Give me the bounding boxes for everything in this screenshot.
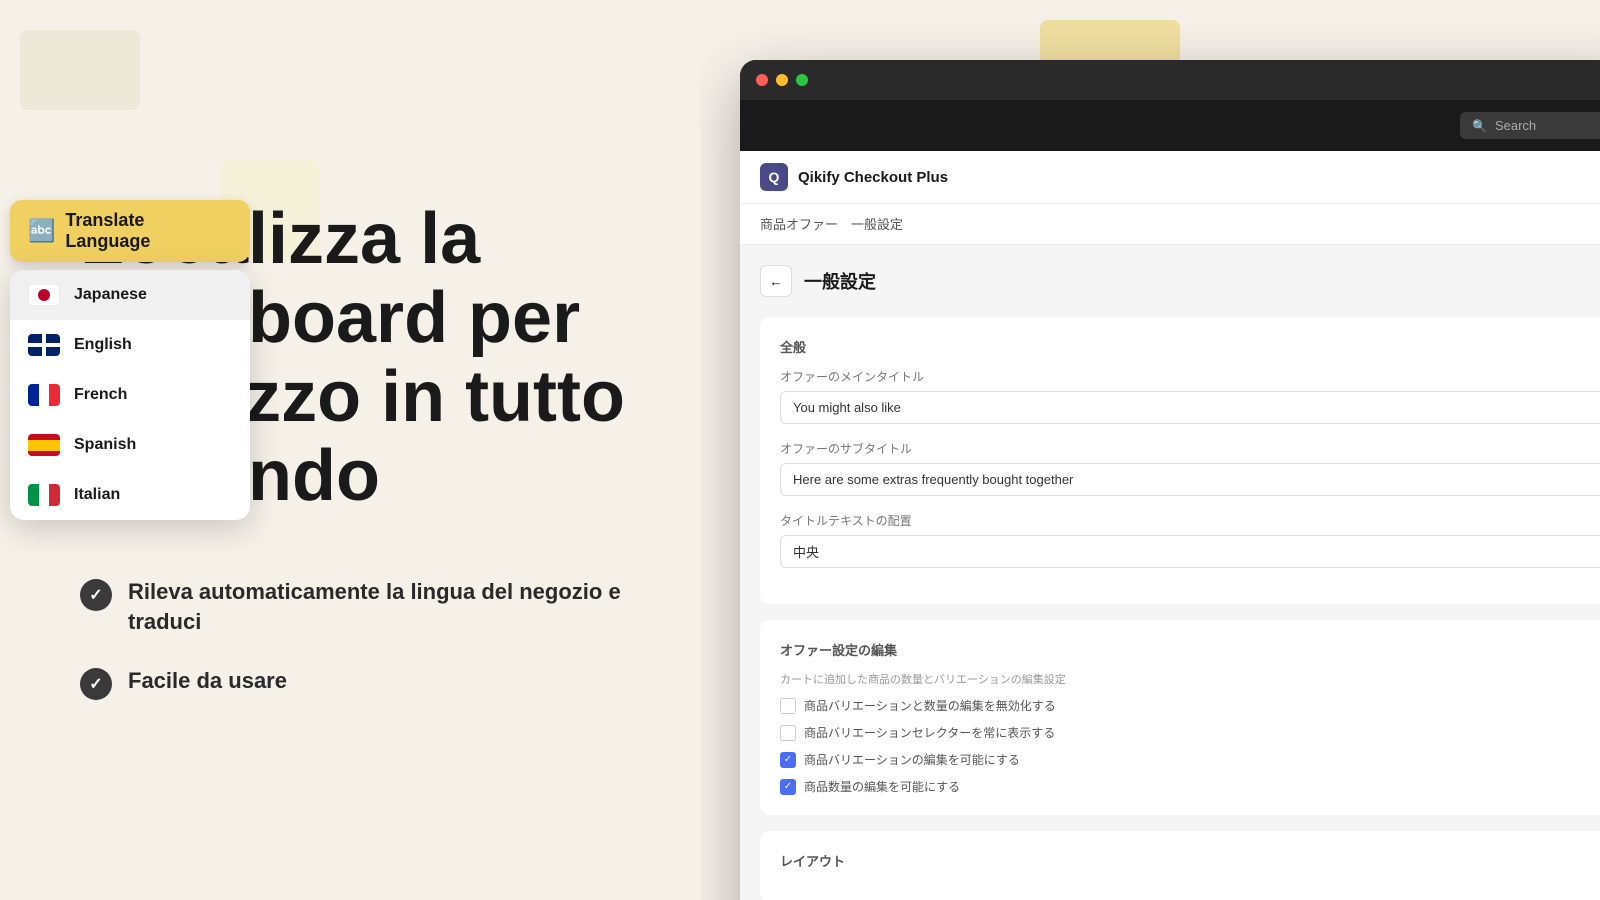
alignment-input[interactable] — [780, 535, 1600, 568]
main-title-label: オファーのメインタイトル — [780, 368, 1600, 385]
browser-minimize-dot[interactable] — [776, 74, 788, 86]
lang-item-french[interactable]: French — [10, 370, 250, 420]
subtitle-label: オファーのサブタイトル — [780, 440, 1600, 457]
offer-edit-label: オファー設定の編集 — [780, 640, 1600, 659]
checkbox-item-3[interactable]: 商品バリエーションの編集を可能にする — [780, 751, 1600, 768]
breadcrumb-bar: 商品オファー 一般設定 — [740, 204, 1600, 245]
breadcrumb: 商品オファー 一般設定 — [760, 217, 903, 232]
page-title: 一般設定 — [804, 268, 876, 294]
lang-name-japanese: Japanese — [74, 286, 147, 304]
checkbox-2[interactable] — [780, 725, 796, 741]
browser-content: 🔍 Search Q Qikify Checkout Plus 商品オファー 一… — [740, 100, 1600, 900]
feature-text-auto-detect: Rileva automaticamente la lingua del neg… — [128, 577, 640, 639]
app-name: Qikify Checkout Plus — [798, 169, 948, 186]
lang-name-english: English — [74, 336, 132, 354]
offer-edit-card: オファー設定の編集 カートに追加した商品の数量とバリエーションの編集設定 商品バ… — [760, 620, 1600, 815]
flag-english — [28, 334, 60, 356]
search-bar-area: 🔍 Search — [740, 100, 1600, 151]
checkboxes-group: 商品バリエーションと数量の編集を無効化する 商品バリエーションセレクターを常に表… — [780, 697, 1600, 795]
browser-frame: 🔍 Search Q Qikify Checkout Plus 商品オファー 一… — [740, 60, 1600, 900]
checkbox-item-1[interactable]: 商品バリエーションと数量の編集を無効化する — [780, 697, 1600, 714]
flag-italian — [28, 484, 60, 506]
feature-item-easy-use: Facile da usare — [80, 666, 640, 700]
lang-name-spanish: Spanish — [74, 436, 136, 454]
flag-french — [28, 384, 60, 406]
offer-edit-note: カートに追加した商品の数量とバリエーションの編集設定 — [780, 671, 1600, 687]
features-list: Rileva automaticamente la lingua del neg… — [80, 577, 640, 701]
check-icon-auto-detect — [80, 579, 112, 611]
lang-item-italian[interactable]: Italian — [10, 470, 250, 520]
search-box-text: Search — [1495, 118, 1536, 133]
app-icon: Q — [760, 163, 788, 191]
checkbox-1[interactable] — [780, 698, 796, 714]
lang-item-english[interactable]: English — [10, 320, 250, 370]
browser-topbar — [740, 60, 1600, 100]
translate-dropdown[interactable]: 🔤 Translate Language Japanese English Fr… — [10, 200, 250, 520]
checkbox-4[interactable] — [780, 779, 796, 795]
layout-card: レイアウト — [760, 831, 1600, 900]
flag-spanish — [28, 434, 60, 456]
feature-item-auto-detect: Rileva automaticamente la lingua del neg… — [80, 577, 640, 639]
browser-close-dot[interactable] — [756, 74, 768, 86]
check-icon-easy-use — [80, 668, 112, 700]
app-header: Q Qikify Checkout Plus — [740, 151, 1600, 204]
page-header-row: ← 一般設定 — [760, 265, 1600, 297]
translate-badge-text: Translate Language — [65, 210, 232, 252]
language-dropdown-menu[interactable]: Japanese English French Spanish — [10, 270, 250, 520]
checkbox-label-3: 商品バリエーションの編集を可能にする — [804, 751, 1020, 768]
main-title-input[interactable] — [780, 391, 1600, 424]
alignment-group: タイトルテキストの配置 — [780, 512, 1600, 568]
layout-label: レイアウト — [780, 851, 1600, 870]
right-panel: 🔍 Search Q Qikify Checkout Plus 商品オファー 一… — [700, 0, 1600, 900]
lang-item-spanish[interactable]: Spanish — [10, 420, 250, 470]
back-button[interactable]: ← — [760, 265, 792, 297]
alignment-label: タイトルテキストの配置 — [780, 512, 1600, 529]
checkbox-label-2: 商品バリエーションセレクターを常に表示する — [804, 724, 1055, 741]
checkbox-item-4[interactable]: 商品数量の編集を可能にする — [780, 778, 1600, 795]
checkbox-item-2[interactable]: 商品バリエーションセレクターを常に表示する — [780, 724, 1600, 741]
checkbox-label-4: 商品数量の編集を可能にする — [804, 778, 960, 795]
translate-icon: 🔤 — [28, 218, 55, 244]
lang-name-french: French — [74, 386, 127, 404]
feature-text-easy-use: Facile da usare — [128, 666, 287, 697]
subtitle-group: オファーのサブタイトル — [780, 440, 1600, 496]
checkbox-label-1: 商品バリエーションと数量の編集を無効化する — [804, 697, 1056, 714]
lang-name-italian: Italian — [74, 486, 120, 504]
general-section-label: 全般 — [780, 337, 1600, 356]
search-box[interactable]: 🔍 Search — [1460, 112, 1600, 139]
checkbox-3[interactable] — [780, 752, 796, 768]
subtitle-input[interactable] — [780, 463, 1600, 496]
flag-japanese — [28, 284, 60, 306]
general-settings-card: 全般 オファーのメインタイトル オファーのサブタイトル タイトルテキストの配置 — [760, 317, 1600, 604]
browser-maximize-dot[interactable] — [796, 74, 808, 86]
translate-badge[interactable]: 🔤 Translate Language — [10, 200, 250, 262]
main-title-group: オファーのメインタイトル — [780, 368, 1600, 424]
search-icon: 🔍 — [1472, 119, 1487, 133]
lang-item-japanese[interactable]: Japanese — [10, 270, 250, 320]
main-content[interactable]: ← 一般設定 全般 オファーのメインタイトル オファーのサブタイトル — [740, 245, 1600, 900]
